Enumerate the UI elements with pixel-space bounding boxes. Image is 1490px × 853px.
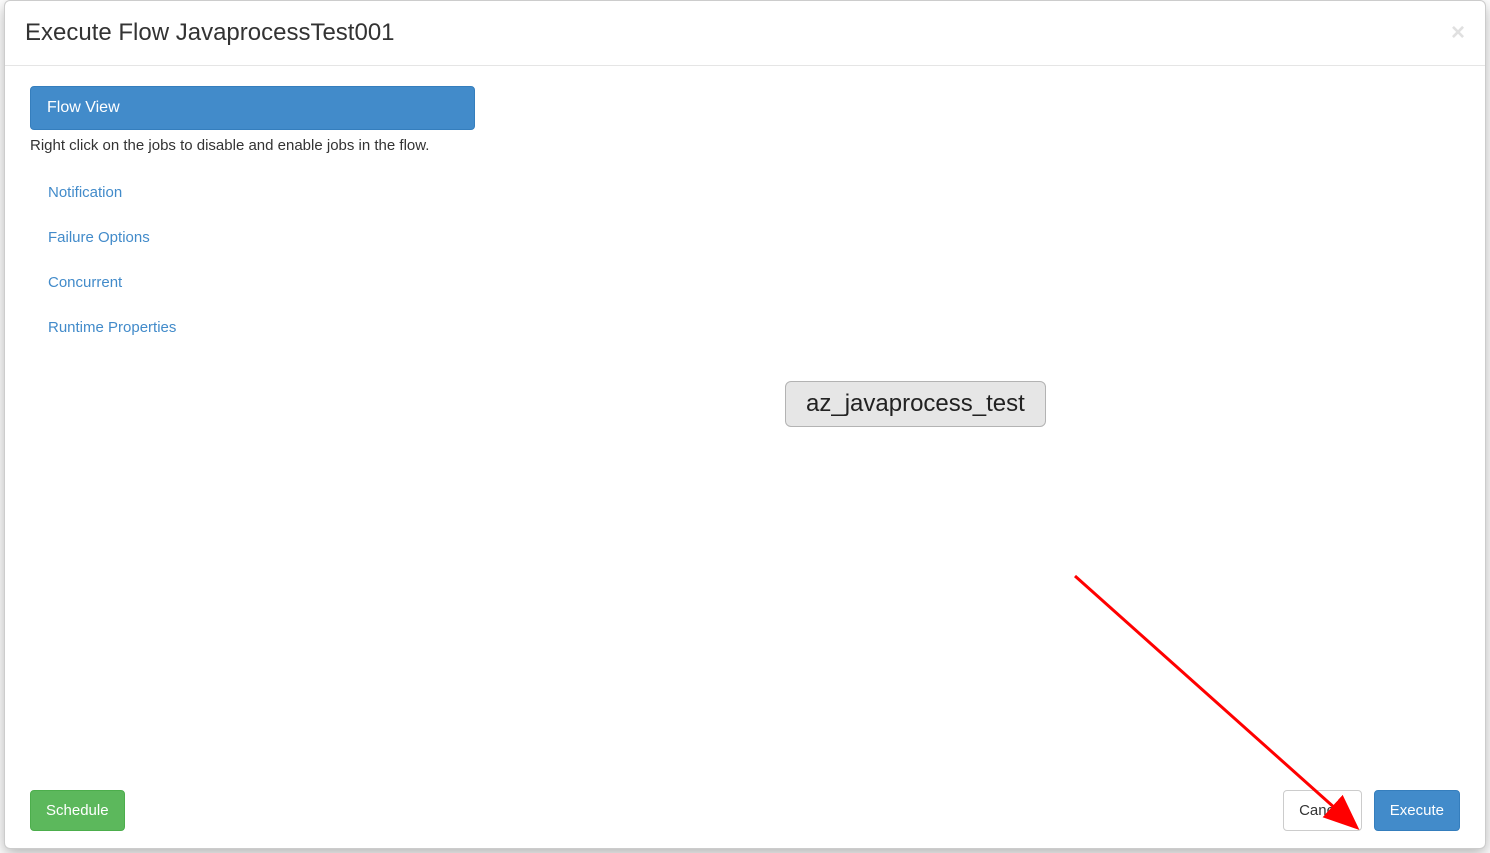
flow-graph-area[interactable]: az_javaprocess_test — [475, 86, 1460, 753]
flow-view-hint: Right click on the jobs to disable and e… — [30, 134, 475, 158]
tab-runtime-properties-label: Runtime Properties — [48, 319, 176, 336]
tab-notification[interactable]: Notification — [30, 170, 475, 215]
cancel-button[interactable]: Cancel — [1283, 790, 1362, 831]
tab-concurrent-label: Concurrent — [48, 274, 122, 291]
cancel-button-label: Cancel — [1299, 802, 1346, 819]
footer-right-group: Cancel Execute — [1283, 790, 1460, 831]
execute-button[interactable]: Execute — [1374, 790, 1460, 831]
tab-notification-label: Notification — [48, 184, 122, 201]
tab-failure-options-label: Failure Options — [48, 229, 150, 246]
modal-title: Execute Flow JavaprocessTest001 — [25, 16, 395, 50]
modal-footer: Schedule Cancel Execute — [5, 773, 1485, 848]
close-button[interactable]: × — [1451, 21, 1465, 45]
execute-flow-modal: Execute Flow JavaprocessTest001 × Flow V… — [4, 0, 1486, 849]
job-node[interactable]: az_javaprocess_test — [785, 381, 1046, 427]
execute-button-label: Execute — [1390, 802, 1444, 819]
sidebar: Flow View Right click on the jobs to dis… — [30, 86, 475, 753]
tab-flow-view-label: Flow View — [47, 99, 120, 116]
modal-body: Flow View Right click on the jobs to dis… — [5, 66, 1485, 773]
tab-concurrent[interactable]: Concurrent — [30, 260, 475, 305]
tab-flow-view[interactable]: Flow View — [30, 86, 475, 130]
schedule-button[interactable]: Schedule — [30, 790, 125, 831]
tab-runtime-properties[interactable]: Runtime Properties — [30, 305, 475, 350]
job-node-label: az_javaprocess_test — [806, 390, 1025, 417]
tab-failure-options[interactable]: Failure Options — [30, 215, 475, 260]
schedule-button-label: Schedule — [46, 802, 109, 819]
modal-header: Execute Flow JavaprocessTest001 × — [5, 1, 1485, 66]
